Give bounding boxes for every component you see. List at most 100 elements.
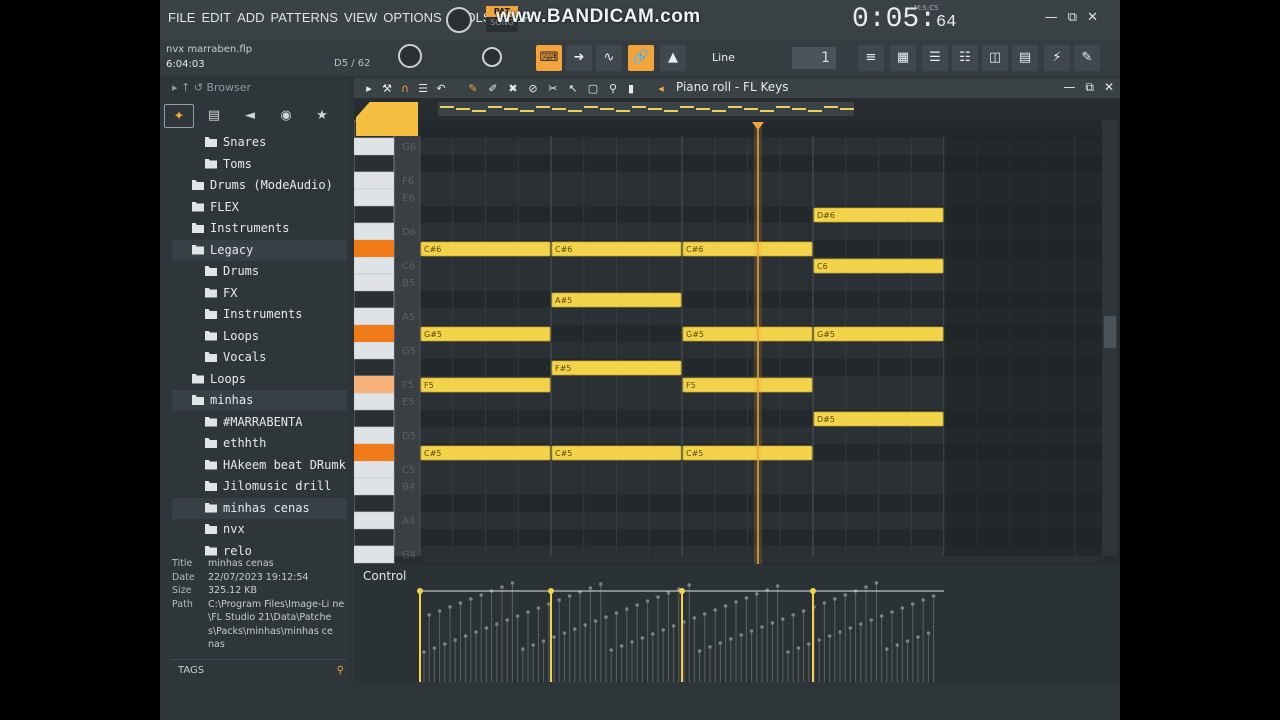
- velocity-handle[interactable]: [484, 626, 489, 630]
- menu-file[interactable]: FILE: [168, 10, 195, 25]
- velocity-handle[interactable]: [671, 624, 676, 628]
- velocity-handle[interactable]: [833, 597, 837, 601]
- minimize-icon[interactable]: —: [1045, 10, 1058, 25]
- pick-icon[interactable]: ✎: [1074, 45, 1100, 71]
- velocity-handle[interactable]: [838, 630, 842, 634]
- velocity-handle[interactable]: [640, 636, 645, 640]
- piano-key[interactable]: [354, 358, 395, 377]
- arrow-right-icon[interactable]: ➜: [566, 45, 592, 71]
- velocity-handle[interactable]: [521, 647, 525, 651]
- note[interactable]: [813, 258, 944, 274]
- velocity-handle-selected[interactable]: [417, 588, 423, 594]
- pitch-knob[interactable]: [482, 47, 502, 67]
- note[interactable]: [682, 377, 813, 393]
- velocity-handle[interactable]: [874, 581, 879, 585]
- velocity-handle[interactable]: [432, 646, 437, 650]
- browser-item[interactable]: Loops: [172, 369, 347, 390]
- piano-key[interactable]: [354, 409, 395, 428]
- search-icon[interactable]: ⚲: [337, 660, 344, 682]
- piano-key[interactable]: [354, 528, 395, 547]
- velocity-handle[interactable]: [552, 635, 556, 639]
- velocity-handle[interactable]: [437, 609, 442, 613]
- browser-item[interactable]: Vocals: [172, 347, 347, 368]
- velocity-handle[interactable]: [463, 634, 468, 638]
- velocity-handle[interactable]: [864, 585, 868, 589]
- browser-item[interactable]: nvx: [172, 519, 347, 540]
- velocity-handle[interactable]: [536, 606, 541, 610]
- restore-icon[interactable]: ⧉: [1068, 10, 1077, 25]
- browser-item[interactable]: Jilomusic drill: [172, 476, 347, 497]
- velocity-handle[interactable]: [817, 638, 821, 642]
- star-tab-icon[interactable]: ★: [307, 104, 337, 128]
- velocity-handle[interactable]: [625, 607, 629, 611]
- plugin-icon[interactable]: ◫: [982, 45, 1008, 71]
- all-tab-icon[interactable]: ✦: [164, 104, 194, 128]
- velocity-handle[interactable]: [692, 616, 697, 620]
- piano-key[interactable]: [354, 290, 395, 309]
- channel-rack-icon[interactable]: ▦: [890, 45, 916, 71]
- step-value[interactable]: 1: [792, 47, 836, 69]
- velocity-handle[interactable]: [931, 594, 936, 598]
- velocity-handle[interactable]: [443, 642, 447, 646]
- velocity-handle[interactable]: [526, 610, 530, 614]
- mixer-icon[interactable]: ☷: [952, 45, 978, 71]
- browser-item[interactable]: Instruments: [172, 304, 347, 325]
- master-knob[interactable]: [446, 7, 472, 33]
- velocity-handle[interactable]: [843, 593, 847, 597]
- piano-key[interactable]: [354, 137, 395, 156]
- browser-item[interactable]: FLEX: [172, 197, 347, 218]
- velocity-handle[interactable]: [495, 622, 499, 626]
- velocity-handle[interactable]: [791, 613, 795, 617]
- velocity-handle[interactable]: [630, 640, 634, 644]
- menu-add[interactable]: ADD: [237, 10, 264, 25]
- browser-item[interactable]: Legacy: [172, 239, 347, 261]
- piano-key-active[interactable]: [354, 325, 394, 342]
- menu-edit[interactable]: EDIT: [201, 10, 231, 25]
- browser-item[interactable]: FX: [172, 283, 347, 304]
- velocity-handle[interactable]: [905, 639, 910, 643]
- velocity-handle[interactable]: [687, 583, 691, 587]
- velocity-handle[interactable]: [651, 632, 655, 636]
- velocity-handle[interactable]: [718, 641, 723, 645]
- piano-key-active[interactable]: [354, 376, 394, 393]
- piano-key[interactable]: [354, 205, 395, 224]
- velocity-handle[interactable]: [848, 626, 853, 630]
- browser-item[interactable]: Snares: [172, 132, 347, 153]
- browser-item[interactable]: minhas cenas: [172, 497, 347, 519]
- velocity-handle[interactable]: [645, 599, 650, 603]
- velocity-handle-selected[interactable]: [679, 588, 685, 594]
- velocity-handle[interactable]: [500, 585, 504, 589]
- playlist-icon[interactable]: ≡: [858, 45, 884, 71]
- menu-view[interactable]: VIEW: [344, 10, 377, 25]
- velocity-handle[interactable]: [469, 597, 473, 601]
- velocity-handle[interactable]: [422, 650, 426, 654]
- browser-item[interactable]: relo: [172, 541, 347, 556]
- piano-key[interactable]: [354, 273, 395, 292]
- velocity-handle[interactable]: [859, 622, 863, 626]
- piano-key[interactable]: [354, 460, 395, 479]
- piano-key[interactable]: [354, 392, 395, 411]
- velocity-handle[interactable]: [739, 633, 743, 637]
- piano-key[interactable]: [354, 222, 395, 241]
- velocity-handle[interactable]: [427, 613, 431, 617]
- browser-item[interactable]: Drums (ModeAudio): [172, 175, 347, 196]
- velocity-handle[interactable]: [827, 634, 832, 638]
- menu-patterns[interactable]: PATTERNS: [271, 10, 338, 25]
- velocity-handle[interactable]: [770, 621, 775, 625]
- velocity-handle[interactable]: [541, 639, 546, 643]
- velocity-handle[interactable]: [635, 603, 639, 607]
- velocity-handle[interactable]: [619, 644, 624, 648]
- velocity-handle[interactable]: [510, 581, 515, 585]
- typing-keyboard-icon[interactable]: ⌨: [536, 45, 562, 71]
- browser-item[interactable]: ethhth: [172, 433, 347, 454]
- velocity-handle[interactable]: [593, 619, 598, 623]
- velocity-handle[interactable]: [729, 637, 733, 641]
- velocity-handle[interactable]: [599, 582, 603, 586]
- velocity-handle[interactable]: [531, 643, 535, 647]
- velocity-handle[interactable]: [885, 647, 889, 651]
- velocity-handle[interactable]: [796, 646, 801, 650]
- velocity-handle[interactable]: [801, 609, 806, 613]
- piano-roll-grid[interactable]: 123456G6F6E6D6C6B5A5G5F5E5D5C5B4A4G4D#6C…: [354, 78, 1120, 682]
- file-icon[interactable]: ▤: [1012, 45, 1038, 71]
- velocity-handle[interactable]: [822, 601, 827, 605]
